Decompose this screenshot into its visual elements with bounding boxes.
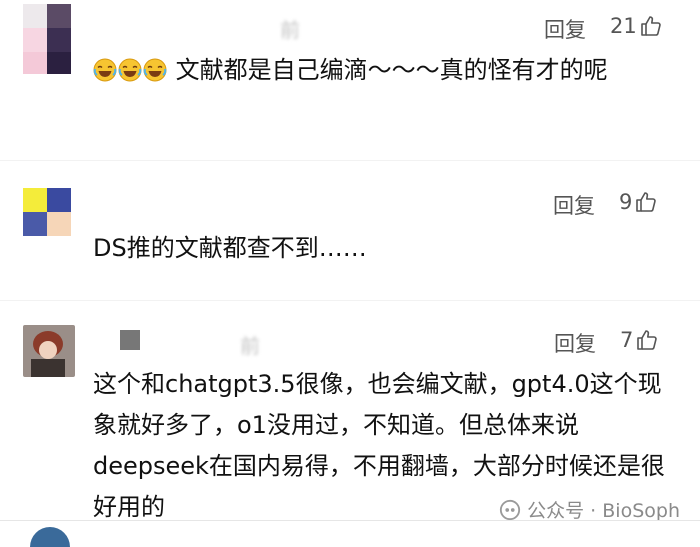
thumbs-up-icon [640,16,661,36]
author-time: 前 [280,18,301,42]
reply-button[interactable]: 回复 [554,328,596,358]
like-button[interactable]: 21 [610,14,663,38]
divider [0,300,700,301]
like-count: 9 [619,190,633,214]
emoji-group [93,56,176,84]
watermark-text: 公众号 · BioSoph [527,500,680,522]
avatar [30,527,70,547]
laugh-tears-emoji-icon [143,58,167,82]
avatar[interactable] [23,325,75,377]
thumbs-up-icon [637,330,658,350]
bottom-bar [0,520,700,547]
author-time: 前 [240,334,261,358]
like-button[interactable]: 7 [620,328,659,352]
divider [0,160,700,161]
reply-button[interactable]: 回复 [544,14,586,44]
comment-text: 文献都是自己编滴～～～真的怪有才的呢 [93,50,673,91]
comment-text: DS推的文献都查不到…… [93,234,367,262]
reply-button[interactable]: 回复 [553,190,595,220]
wechat-official-account-icon [500,499,521,520]
author-mask [120,330,140,350]
like-count: 7 [620,328,634,352]
watermark: 公众号 · BioSoph [499,496,680,523]
laugh-tears-emoji-icon [93,58,117,82]
avatar[interactable] [23,188,71,236]
thumbs-up-icon [636,192,657,212]
like-button[interactable]: 9 [619,190,658,214]
like-count: 21 [610,14,637,38]
laugh-tears-emoji-icon [118,58,142,82]
avatar[interactable] [23,4,71,74]
